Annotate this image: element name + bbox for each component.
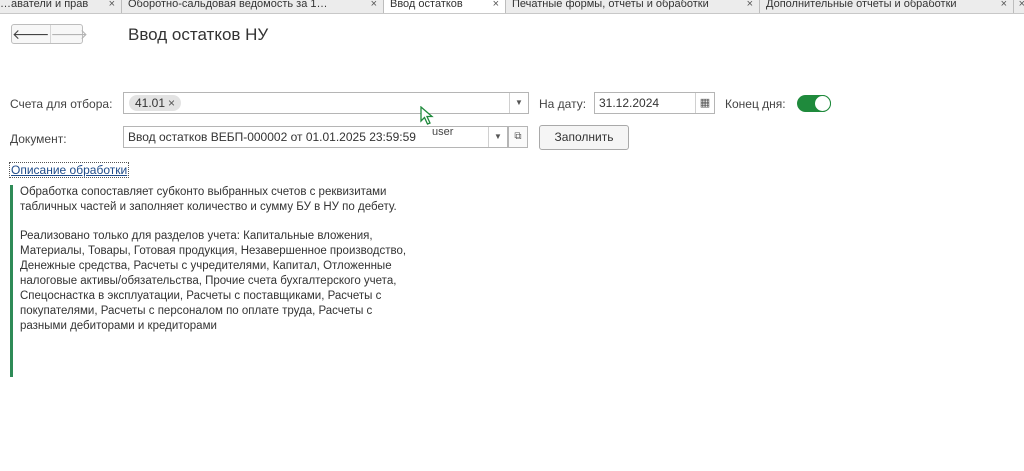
end-of-day-toggle[interactable]: [797, 95, 831, 112]
page-title: Ввод остатков НУ: [128, 25, 269, 44]
toggle-knob: [814, 95, 831, 112]
tab-trial-balance[interactable]: Оборотно-сальдовая ведомость за 1… ×: [122, 0, 384, 13]
remove-chip-icon[interactable]: ×: [168, 96, 175, 110]
description-panel: Обработка сопоставляет субконто выбранны…: [10, 185, 420, 377]
close-icon[interactable]: ×: [493, 0, 499, 13]
user-label: user: [432, 126, 454, 138]
open-document-icon[interactable]: ⧉: [508, 126, 528, 148]
back-arrow-icon[interactable]: 🡐: [12, 25, 51, 43]
tab-additional-reports[interactable]: Дополнительные отчеты и обработки ×: [760, 0, 1014, 13]
end-of-day-label: Конец дня:: [725, 97, 786, 111]
tab-opening-balances[interactable]: Ввод остатков ×: [384, 0, 506, 13]
account-chip[interactable]: 41.01 ×: [129, 95, 182, 111]
mouse-cursor-icon: [420, 106, 434, 125]
tab-print-forms[interactable]: Печатные формы, отчеты и обработки ×: [506, 0, 760, 13]
account-chip-label: 41.01: [135, 96, 166, 110]
close-icon[interactable]: ×: [747, 0, 753, 13]
tab-label: Ввод остатков: [390, 0, 463, 10]
tab-strip: …аватели и прав × Оборотно-сальдовая вед…: [0, 0, 1024, 14]
calendar-icon[interactable]: ▦: [695, 93, 714, 113]
description-paragraph: Обработка сопоставляет субконто выбранны…: [20, 186, 397, 213]
tab-users-rights[interactable]: …аватели и прав ×: [0, 0, 122, 13]
fill-button[interactable]: Заполнить: [539, 125, 629, 150]
navigation-buttons: 🡐 🡒: [11, 24, 88, 44]
forward-arrow-icon[interactable]: 🡒: [51, 25, 89, 43]
close-icon[interactable]: ×: [371, 0, 377, 13]
tab-label: Печатные формы, отчеты и обработки: [512, 0, 709, 10]
close-icon[interactable]: ×: [1001, 0, 1007, 13]
close-icon[interactable]: ×: [1019, 0, 1024, 13]
dropdown-icon[interactable]: ▼: [488, 127, 507, 147]
dropdown-icon[interactable]: ▼: [509, 93, 528, 113]
accounts-label: Счета для отбора:: [10, 97, 113, 111]
tab-label: Оборотно-сальдовая ведомость за 1…: [128, 0, 328, 10]
close-icon[interactable]: ×: [109, 0, 115, 13]
date-label: На дату:: [539, 97, 587, 111]
document-value: Ввод остатков ВЕБП-000002 от 01.01.2025 …: [128, 130, 416, 144]
accounts-filter-input[interactable]: 41.01 × ▼: [123, 92, 529, 114]
date-value: 31.12.2024: [599, 96, 660, 110]
description-paragraph: Реализовано только для разделов учета: К…: [20, 230, 407, 332]
date-input[interactable]: 31.12.2024 ▦: [594, 92, 715, 114]
tab-label: Дополнительные отчеты и обработки: [766, 0, 957, 10]
tab-label: …аватели и прав: [0, 0, 89, 10]
description-link[interactable]: Описание обработки: [9, 162, 130, 178]
tab-more[interactable]: ×: [1014, 0, 1024, 13]
document-label: Документ:: [10, 132, 67, 146]
